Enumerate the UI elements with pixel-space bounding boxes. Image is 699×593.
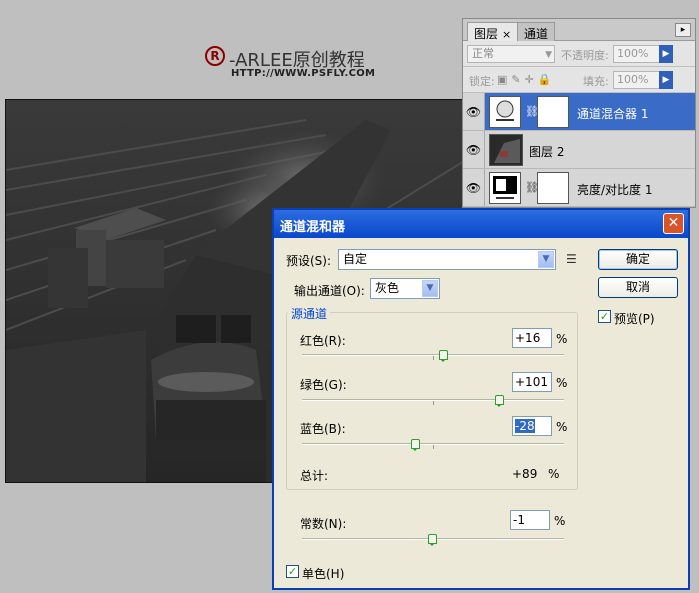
red-slider-thumb[interactable]	[439, 350, 449, 362]
adjustment-thumb-icon	[489, 96, 521, 128]
lock-label: 锁定:	[469, 75, 495, 88]
red-unit: %	[556, 332, 568, 346]
red-slider-center-tick	[433, 356, 434, 360]
close-icon[interactable]: ×	[502, 28, 511, 41]
output-channel-select[interactable]: 灰色 ▼	[370, 278, 440, 299]
fill-arrow-icon[interactable]: ▶	[659, 71, 673, 89]
blend-mode-value: 正常	[472, 47, 494, 60]
image-thumb	[489, 134, 523, 166]
green-input[interactable]: +101	[512, 372, 552, 392]
dialog-titlebar[interactable]: 通道混和器 ✕	[274, 210, 688, 238]
layer-name: 通道混合器 1	[577, 107, 649, 121]
visibility-eye-icon[interactable]: 👁	[463, 169, 485, 206]
layers-panel: 图层 × 通道 ▸ 正常 ▼ 不透明度: 100% ▶ 锁定: ▣✎✛🔒 填充: 1…	[462, 18, 696, 208]
channel-mixer-dialog: 通道混和器 ✕ 预设(S): 自定 ▼ ☰ 输出通道(O): 灰色 ▼ 确定 取…	[272, 208, 690, 590]
opacity-arrow-icon[interactable]: ▶	[659, 45, 673, 63]
visibility-eye-icon[interactable]: 👁	[463, 93, 485, 130]
preset-label: 预设(S):	[286, 254, 332, 268]
layer-name: 亮度/对比度 1	[577, 183, 653, 197]
blue-unit: %	[556, 420, 568, 434]
blend-mode-select[interactable]: 正常 ▼	[467, 45, 555, 63]
chevron-down-icon: ▼	[545, 50, 552, 60]
green-unit: %	[556, 376, 568, 390]
constant-unit: %	[554, 514, 566, 528]
close-icon[interactable]: ✕	[663, 213, 684, 234]
green-label: 绿色(G):	[300, 378, 347, 392]
preview-label: 预览(P)	[614, 312, 655, 326]
tab-channels[interactable]: 通道	[517, 22, 556, 41]
output-channel-value: 灰色	[375, 281, 400, 295]
blue-slider-thumb[interactable]	[410, 439, 420, 451]
dialog-title: 通道混和器	[280, 220, 346, 235]
preview-checkbox[interactable]: ✓	[598, 310, 611, 323]
tab-channels-label: 通道	[524, 27, 549, 41]
green-slider-thumb[interactable]	[495, 395, 505, 407]
opacity-label: 不透明度:	[561, 49, 609, 62]
monochrome-label: 单色(H)	[302, 567, 345, 581]
tab-layers-label: 图层	[474, 27, 499, 41]
visibility-eye-icon[interactable]: 👁	[463, 131, 485, 168]
total-value: +89	[512, 467, 538, 481]
chevron-down-icon: ▼	[538, 251, 554, 268]
mask-thumb	[537, 172, 569, 204]
red-label: 红色(R):	[300, 334, 346, 348]
preset-options-icon[interactable]: ☰	[566, 252, 577, 266]
source-channels-title: 源通道	[288, 305, 331, 322]
blue-value: -28	[515, 419, 535, 433]
output-channel-label: 输出通道(O):	[294, 284, 365, 298]
preset-select[interactable]: 自定 ▼	[338, 249, 556, 270]
green-slider-center-tick	[433, 401, 434, 405]
blue-input[interactable]: -28	[512, 416, 552, 436]
panel-menu-icon[interactable]: ▸	[675, 23, 691, 37]
layer-row-channel-mixer[interactable]: 👁 ⛓ 通道混合器 1	[463, 93, 695, 131]
tab-layers[interactable]: 图层 ×	[467, 22, 519, 41]
registered-mark-icon: R	[205, 46, 225, 66]
lock-icons[interactable]: ▣✎✛🔒	[497, 73, 556, 86]
cancel-button[interactable]: 取消	[598, 277, 678, 298]
layer-row-layer2[interactable]: 👁 图层 2	[463, 131, 695, 169]
ok-button[interactable]: 确定	[598, 249, 678, 270]
opacity-input[interactable]: 100%	[613, 45, 661, 63]
layer-name: 图层 2	[529, 145, 565, 159]
fill-input[interactable]: 100%	[613, 71, 661, 89]
mask-thumb	[537, 96, 569, 128]
total-unit: %	[548, 467, 560, 481]
monochrome-checkbox[interactable]: ✓	[286, 565, 299, 578]
total-label: 总计:	[300, 469, 329, 483]
lock-row: 锁定: ▣✎✛🔒 填充: 100% ▶	[463, 67, 695, 93]
red-input[interactable]: +16	[512, 328, 552, 348]
chevron-down-icon: ▼	[422, 280, 438, 297]
panel-tabs: 图层 × 通道 ▸	[463, 19, 695, 41]
adjustment-thumb-icon	[489, 172, 521, 204]
layer-row-brightness-contrast[interactable]: 👁 ⛓ 亮度/对比度 1	[463, 169, 695, 207]
constant-input[interactable]: -1	[510, 510, 550, 530]
constant-label: 常数(N):	[300, 517, 347, 531]
constant-slider-thumb[interactable]	[428, 534, 438, 546]
blue-label: 蓝色(B):	[300, 422, 346, 436]
fill-label: 填充:	[583, 75, 609, 88]
preset-value: 自定	[343, 252, 368, 266]
blend-row: 正常 ▼ 不透明度: 100% ▶	[463, 41, 695, 67]
blue-slider-center-tick	[433, 445, 434, 449]
watermark-url: HTTP://WWW.PSFLY.COM	[231, 68, 376, 79]
